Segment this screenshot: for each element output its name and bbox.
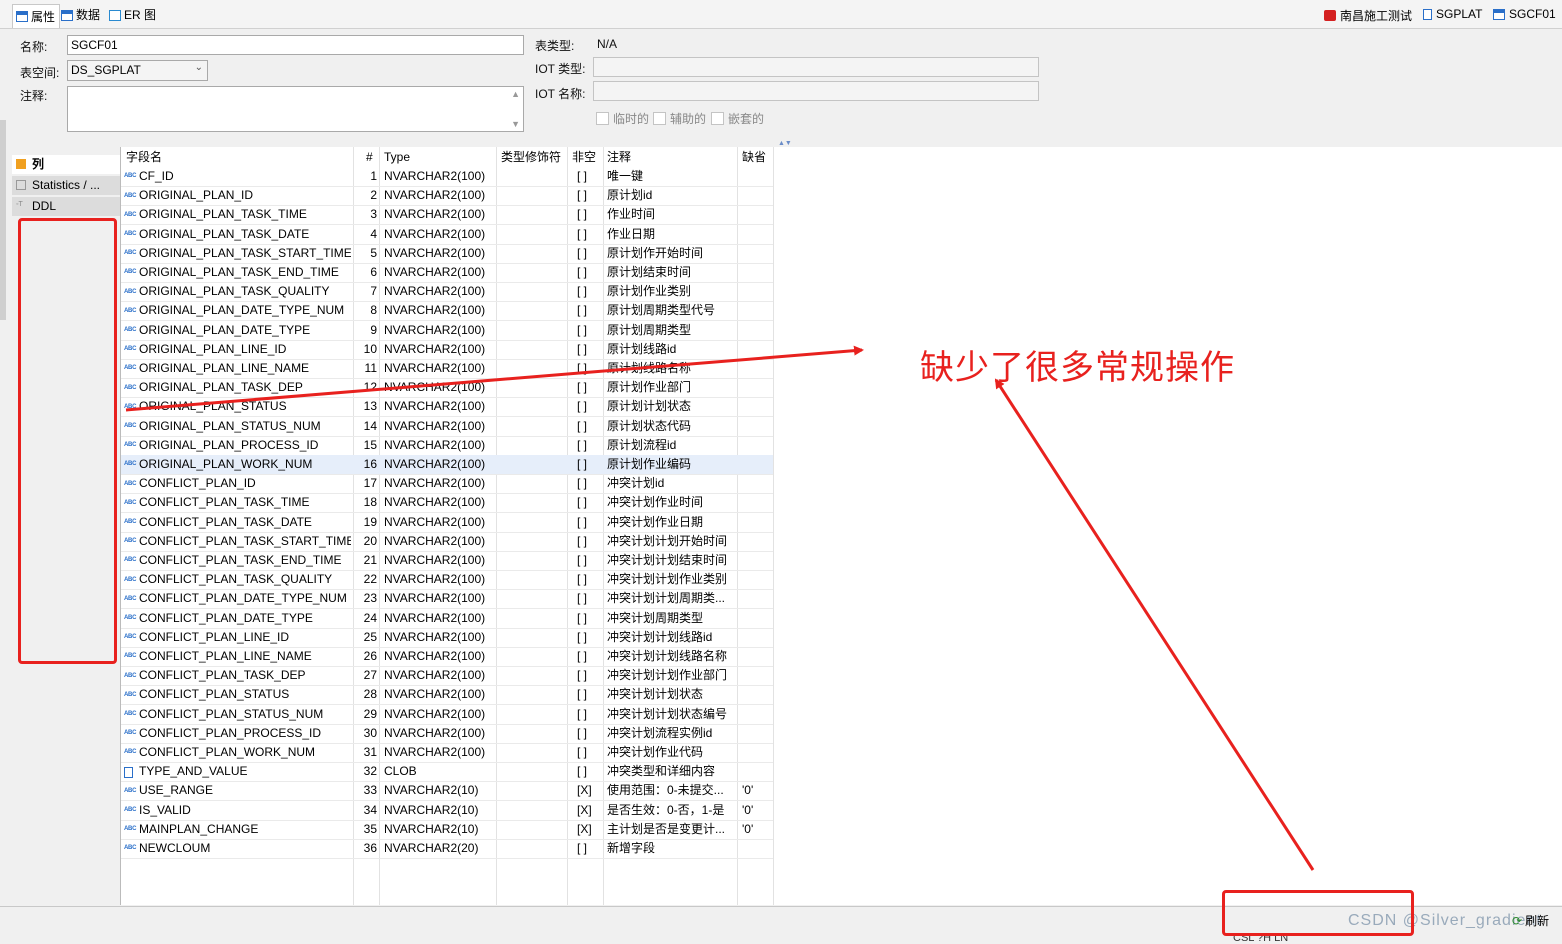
- annotation-arrows: [125, 345, 1315, 871]
- arrow-to-annotation-left: [125, 345, 864, 412]
- arrow-to-annotation-bottom: [994, 378, 1315, 871]
- annotation-text: 缺少了很多常规操作: [920, 348, 1235, 388]
